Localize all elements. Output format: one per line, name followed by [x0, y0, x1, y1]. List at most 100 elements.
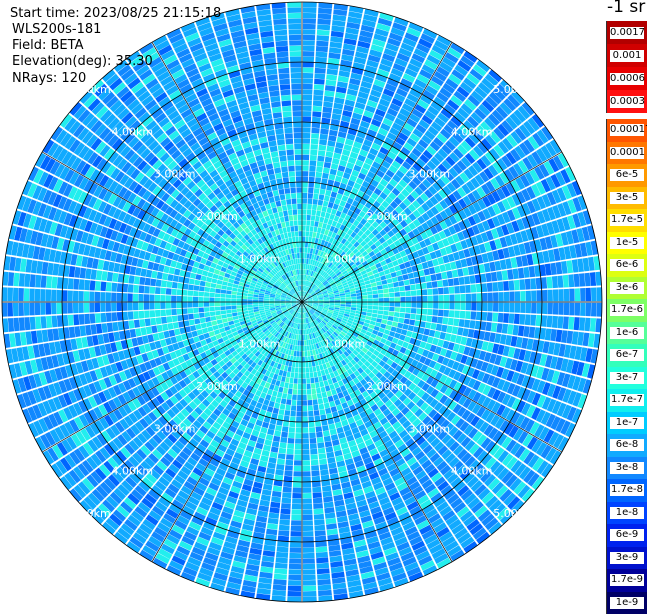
range-gate-cell: [325, 213, 331, 219]
range-gate-cell: [297, 406, 302, 411]
range-gate-cell: [288, 580, 301, 586]
range-gate-cell: [319, 453, 327, 459]
range-gate-cell: [378, 294, 383, 298]
range-gate-cell: [111, 303, 116, 312]
range-gate-cell: [323, 430, 330, 436]
range-gate-cell: [302, 428, 308, 433]
range-gate-cell: [504, 292, 509, 302]
range-gate-cell: [323, 491, 333, 497]
range-gate-cell: [313, 194, 319, 200]
range-gate-cell: [542, 290, 548, 301]
range-gate-cell: [329, 424, 336, 430]
range-gate-cell: [299, 329, 301, 334]
range-gate-cell: [430, 274, 436, 281]
range-gate-cell: [284, 382, 289, 388]
range-gate-cell: [151, 326, 157, 334]
range-gate-cell: [400, 308, 406, 313]
range-gate-cell: [389, 267, 395, 273]
range-gate-cell: [156, 317, 162, 324]
range-gate-cell: [376, 318, 382, 323]
range-gate-cell: [302, 182, 308, 187]
range-gate-cell: [275, 469, 284, 475]
range-gate-cell: [160, 310, 166, 317]
range-gate-cell: [311, 210, 316, 216]
range-gate-cell: [304, 253, 307, 258]
range-gate-cell: [351, 299, 356, 302]
range-gate-cell: [371, 283, 377, 288]
range-gate-cell: [433, 288, 439, 295]
range-gate-cell: [299, 357, 302, 362]
range-gate-cell: [292, 362, 296, 368]
range-gate-cell: [294, 373, 298, 378]
range-gate-cell: [302, 204, 307, 209]
range-gate-cell: [302, 362, 305, 367]
range-gate-cell: [433, 309, 439, 316]
range-gate-cell: [231, 299, 236, 302]
range-gate-cell: [299, 351, 302, 356]
range-gate-cell: [302, 406, 307, 411]
range-gate-cell: [226, 306, 231, 310]
range-gate-cell: [586, 303, 592, 316]
range-gate-cell: [459, 277, 465, 285]
range-gate-cell: [393, 317, 399, 322]
range-gate-cell: [273, 579, 286, 585]
range-gate-cell: [368, 302, 373, 305]
range-gate-cell: [373, 306, 378, 310]
range-gate-cell: [316, 211, 321, 217]
range-gate-cell: [309, 237, 313, 243]
range-gate-cell: [557, 316, 563, 328]
range-gate-cell: [307, 384, 311, 389]
range-gate-cell: [130, 329, 137, 338]
range-gate-cell: [312, 204, 317, 210]
range-gate-cell: [220, 302, 225, 306]
range-gate-cell: [468, 329, 475, 338]
range-gate-cell: [537, 303, 542, 314]
range-gate-cell: [314, 73, 325, 79]
range-gate-cell: [400, 297, 405, 302]
range-gate-cell: [518, 268, 524, 279]
range-gate-cell: [303, 40, 315, 45]
range-gate-cell: [317, 156, 324, 162]
range-gate-cell: [366, 316, 372, 320]
range-gate-cell: [280, 381, 285, 387]
range-gate-cell: [215, 298, 220, 302]
range-gate-cell: [267, 463, 275, 469]
range-gate-cell: [288, 366, 292, 372]
range-gate-cell: [276, 464, 284, 470]
range-gate-cell: [288, 586, 301, 592]
range-gate-cell: [226, 298, 231, 302]
range-gate-cell: [308, 405, 313, 411]
range-gate-cell: [317, 568, 330, 574]
range-gate-cell: [311, 389, 316, 395]
range-gate-cell: [411, 302, 416, 307]
range-gate-cell: [111, 293, 116, 302]
range-gate-cell: [438, 310, 444, 317]
range-gate-cell: [258, 304, 263, 306]
range-gate-cell: [297, 346, 300, 351]
range-gate-cell: [433, 302, 438, 308]
range-gate-cell: [303, 122, 311, 127]
range-gate-cell: [13, 318, 19, 332]
range-gate-cell: [460, 303, 465, 311]
range-gate-cell: [325, 408, 331, 414]
range-gate-cell: [84, 303, 89, 313]
range-gate-cell: [417, 296, 422, 302]
range-gate-cell: [297, 390, 301, 395]
range-gate-cell: [200, 318, 206, 324]
range-gate-cell: [498, 282, 504, 292]
range-gate-cell: [438, 288, 444, 295]
range-gate-cell: [302, 400, 307, 405]
range-gate-cell: [383, 311, 389, 316]
range-gate-cell: [293, 471, 301, 476]
range-gate-cell: [428, 296, 433, 302]
range-gate-cell: [312, 361, 316, 367]
range-gate-cell: [303, 18, 316, 24]
range-gate-cell: [466, 303, 471, 311]
range-gate-cell: [317, 24, 330, 30]
range-gate-cell: [330, 169, 337, 176]
range-gate-cell: [289, 558, 301, 563]
range-gate-cell: [324, 91, 334, 97]
range-gate-cell: [320, 129, 329, 135]
range-gate-cell: [215, 302, 220, 306]
range-gate-cell: [318, 448, 326, 454]
